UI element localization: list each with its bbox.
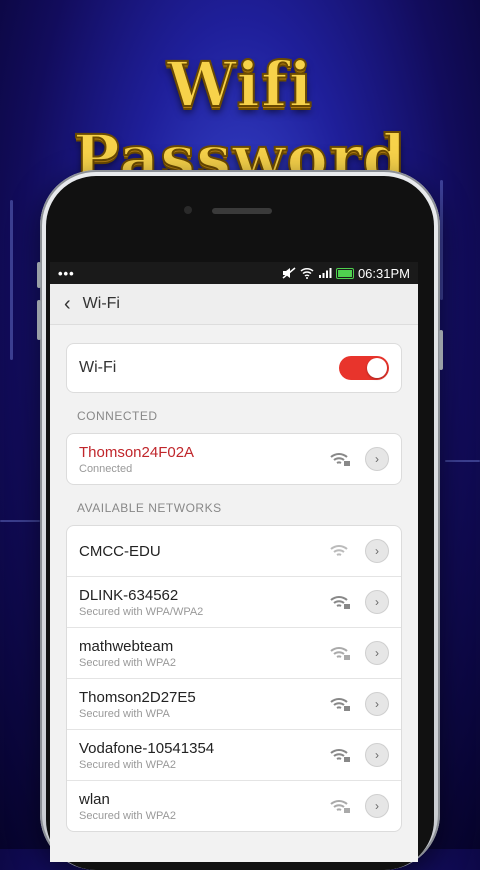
wifi-locked-icon xyxy=(330,647,350,660)
notification-dots: ••• xyxy=(58,265,75,281)
network-details-chevron-icon[interactable]: › xyxy=(365,794,389,818)
status-bar: ••• 06:31PM xyxy=(50,262,418,284)
network-security: Secured with WPA2 xyxy=(79,809,177,822)
available-networks-list: CMCC-EDU › DLINK-634562 Secured with WPA… xyxy=(66,525,402,832)
wifi-locked-icon xyxy=(330,800,350,813)
section-connected-heading: CONNECTED xyxy=(77,409,158,423)
network-name: mathwebteam xyxy=(79,637,174,655)
network-row-connected[interactable]: Thomson24F02A Connected › xyxy=(67,434,401,484)
network-row[interactable]: Thomson2D27E5 Secured with WPA › xyxy=(67,679,401,730)
phone-screen: ••• 06:31PM ‹ Wi-Fi Wi-Fi CONNECTED Thom… xyxy=(50,262,418,862)
battery-icon xyxy=(335,267,354,279)
wifi-open-icon xyxy=(330,545,348,556)
network-security: Secured with WPA/WPA2 xyxy=(79,605,204,618)
section-available-heading: AVAILABLE NETWORKS xyxy=(77,501,222,515)
wifi-locked-icon xyxy=(330,596,350,609)
background-streak xyxy=(10,200,13,360)
network-name: DLINK-634562 xyxy=(79,586,179,604)
network-name: CMCC-EDU xyxy=(79,542,161,560)
front-camera xyxy=(184,206,192,214)
phone-side-button xyxy=(37,262,41,288)
wifi-toggle-card: Wi-Fi xyxy=(66,343,402,393)
mute-icon xyxy=(282,267,296,279)
network-details-chevron-icon[interactable]: › xyxy=(365,692,389,716)
network-row[interactable]: Vodafone-10541354 Secured with WPA2 › xyxy=(67,730,401,781)
network-details-chevron-icon[interactable]: › xyxy=(365,641,389,665)
cell-signal-icon xyxy=(318,268,332,278)
toggle-knob xyxy=(367,358,387,378)
network-row[interactable]: CMCC-EDU › xyxy=(67,526,401,577)
network-details-chevron-icon[interactable]: › xyxy=(365,539,389,563)
network-name: Vodafone-10541354 xyxy=(79,739,215,757)
phone-side-button xyxy=(37,300,41,340)
network-security: Secured with WPA2 xyxy=(79,758,177,771)
network-row[interactable]: wlan Secured with WPA2 › xyxy=(67,781,401,831)
status-time: 06:31PM xyxy=(357,265,410,281)
phone-side-button xyxy=(439,330,443,370)
background-streak xyxy=(0,520,40,522)
network-details-chevron-icon[interactable]: › xyxy=(365,447,389,471)
network-name: wlan xyxy=(79,790,110,808)
background-streak xyxy=(440,180,443,300)
wifi-locked-icon xyxy=(330,749,350,762)
chevron-left-icon[interactable]: ‹ xyxy=(64,293,71,316)
wifi-status-icon xyxy=(300,267,314,279)
network-row[interactable]: mathwebteam Secured with WPA2 › xyxy=(67,628,401,679)
earpiece-speaker xyxy=(212,208,272,214)
wifi-locked-icon xyxy=(330,453,350,466)
connected-network-card: Thomson24F02A Connected › xyxy=(66,433,402,485)
wifi-toggle-switch[interactable] xyxy=(339,356,389,380)
network-row[interactable]: DLINK-634562 Secured with WPA/WPA2 › xyxy=(67,577,401,628)
network-status: Connected xyxy=(79,462,133,475)
wifi-header: ‹ Wi-Fi xyxy=(50,284,418,325)
wifi-locked-icon xyxy=(330,698,350,711)
network-security: Secured with WPA xyxy=(79,707,170,720)
background-streak xyxy=(445,460,480,462)
network-name: Thomson2D27E5 xyxy=(79,688,196,706)
network-security: Secured with WPA2 xyxy=(79,656,177,669)
network-name: Thomson24F02A xyxy=(79,443,195,461)
wifi-toggle-label: Wi-Fi xyxy=(79,359,117,376)
network-details-chevron-icon[interactable]: › xyxy=(365,743,389,767)
network-details-chevron-icon[interactable]: › xyxy=(365,590,389,614)
status-icons: 06:31PM xyxy=(282,266,410,281)
page-title: Wi-Fi xyxy=(82,295,120,312)
